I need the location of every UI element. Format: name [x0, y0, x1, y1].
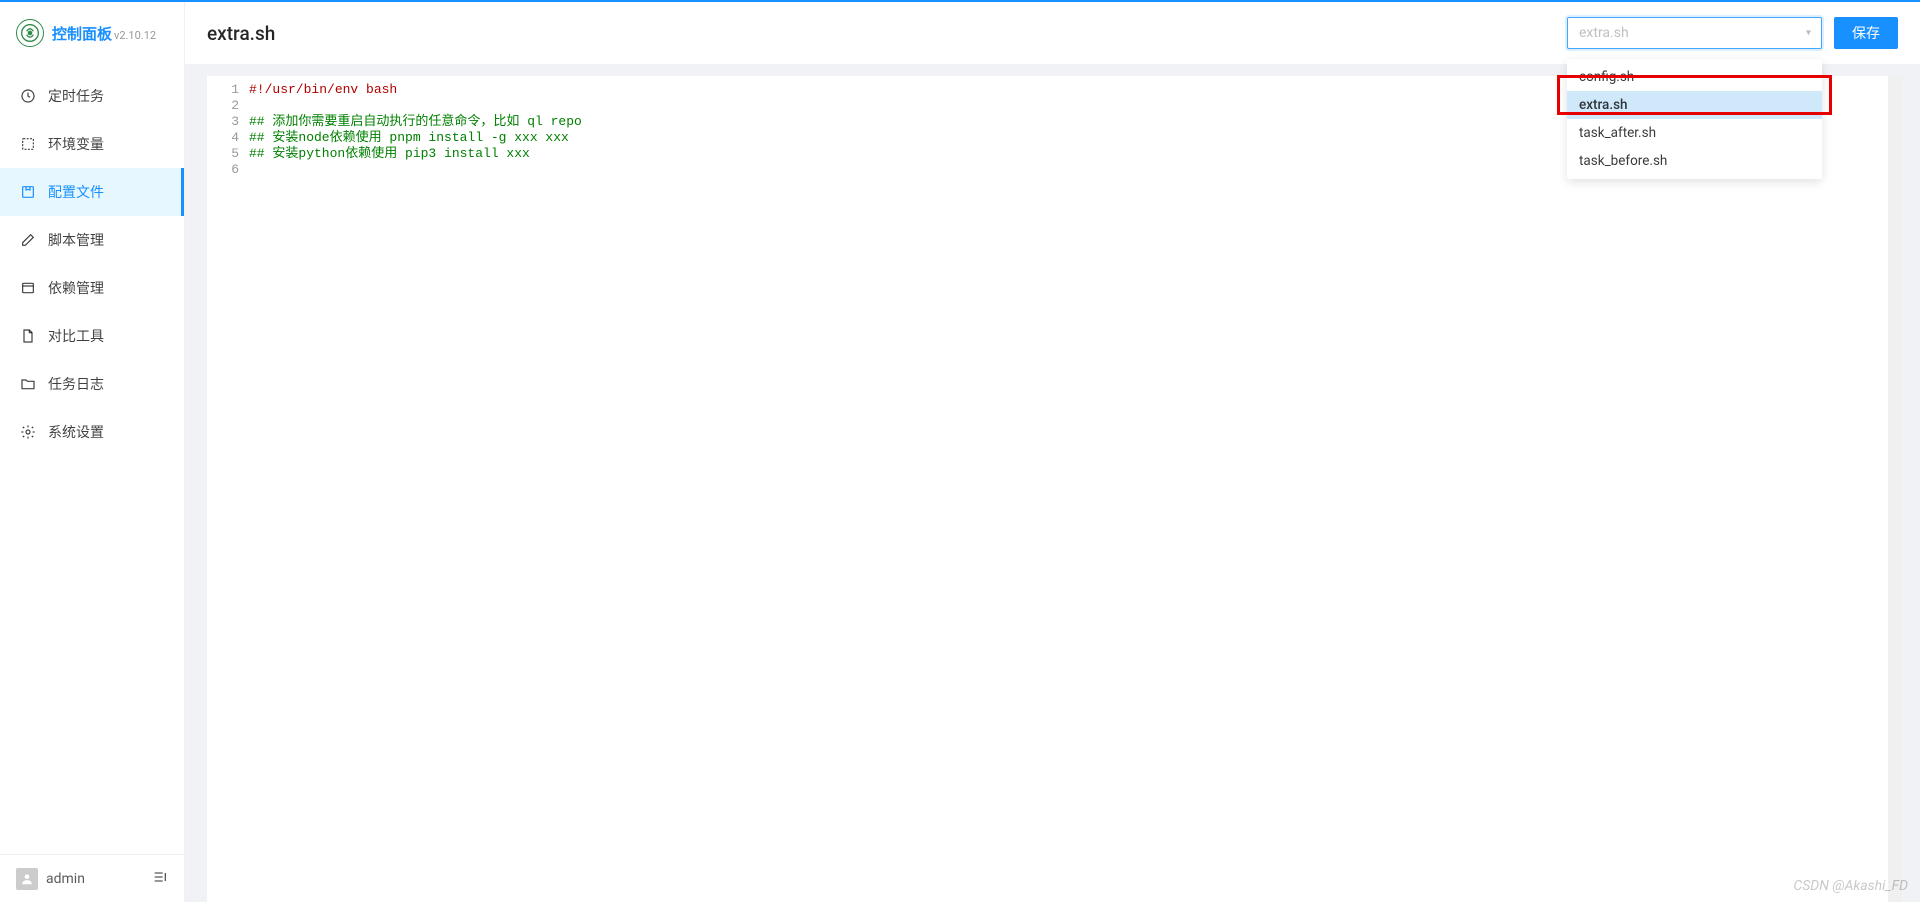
- dropdown-option[interactable]: task_before.sh: [1567, 147, 1822, 175]
- gear-icon: [20, 424, 36, 440]
- file-select-dropdown: config.shextra.shtask_after.shtask_befor…: [1567, 59, 1822, 179]
- sidebar-item-gear[interactable]: 系统设置: [0, 408, 184, 456]
- collapse-icon[interactable]: [152, 869, 168, 889]
- editor-lines[interactable]: #!/usr/bin/env bash ## 添加你需要重启自动执行的任意命令，…: [249, 82, 1902, 902]
- page-title: extra.sh: [207, 22, 275, 45]
- chevron-down-icon: ▾: [1806, 28, 1811, 39]
- sidebar-item-label: 任务日志: [48, 374, 104, 394]
- sidebar-item-label: 定时任务: [48, 86, 104, 106]
- sidebar-item-container[interactable]: 依赖管理: [0, 264, 184, 312]
- sidebar-item-edit[interactable]: 脚本管理: [0, 216, 184, 264]
- avatar-icon: [16, 868, 38, 890]
- file-select[interactable]: extra.sh ▾: [1567, 17, 1822, 49]
- app-title: 控制面板: [52, 25, 112, 43]
- sidebar-item-label: 环境变量: [48, 134, 104, 154]
- sidebar-item-file[interactable]: 对比工具: [0, 312, 184, 360]
- username: admin: [46, 871, 85, 887]
- scrollbar-vertical[interactable]: [1888, 76, 1902, 902]
- sidebar-item-label: 配置文件: [48, 182, 104, 202]
- sidebar-item-label: 对比工具: [48, 326, 104, 346]
- sidebar-item-label: 脚本管理: [48, 230, 104, 250]
- file-box-icon: [20, 184, 36, 200]
- user-info[interactable]: admin: [16, 868, 85, 890]
- container-icon: [20, 280, 36, 296]
- dropdown-option[interactable]: config.sh: [1567, 63, 1822, 91]
- editor-container: 123456 #!/usr/bin/env bash ## 添加你需要重启自动执…: [207, 76, 1902, 902]
- nav-menu: 定时任务环境变量配置文件脚本管理依赖管理对比工具任务日志系统设置: [0, 64, 184, 854]
- clock-icon: [20, 88, 36, 104]
- header-actions: extra.sh ▾ config.shextra.shtask_after.s…: [1567, 17, 1898, 49]
- sidebar-item-label: 依赖管理: [48, 278, 104, 298]
- sidebar-item-file-box[interactable]: 配置文件: [0, 168, 184, 216]
- edit-icon: [20, 232, 36, 248]
- file-icon: [20, 328, 36, 344]
- app-logo-icon: [16, 19, 44, 47]
- sidebar-item-folder[interactable]: 任务日志: [0, 360, 184, 408]
- code-editor[interactable]: 123456 #!/usr/bin/env bash ## 添加你需要重启自动执…: [207, 76, 1902, 902]
- app-version: v2.10.12: [114, 29, 156, 42]
- sidebar-item-label: 系统设置: [48, 422, 104, 442]
- save-button[interactable]: 保存: [1834, 17, 1898, 49]
- file-select-value: extra.sh: [1579, 25, 1629, 41]
- sidebar-footer: admin: [0, 854, 184, 902]
- sidebar: 控制面板v2.10.12 定时任务环境变量配置文件脚本管理依赖管理对比工具任务日…: [0, 2, 185, 902]
- dropdown-option[interactable]: extra.sh: [1567, 91, 1822, 119]
- sidebar-item-clock[interactable]: 定时任务: [0, 72, 184, 120]
- folder-icon: [20, 376, 36, 392]
- editor-gutter: 123456: [207, 82, 249, 902]
- brackets-icon: [20, 136, 36, 152]
- sidebar-item-brackets[interactable]: 环境变量: [0, 120, 184, 168]
- dropdown-option[interactable]: task_after.sh: [1567, 119, 1822, 147]
- logo-area: 控制面板v2.10.12: [0, 2, 184, 64]
- main-area: extra.sh extra.sh ▾ config.shextra.shtas…: [185, 2, 1920, 902]
- header: extra.sh extra.sh ▾ config.shextra.shtas…: [185, 2, 1920, 64]
